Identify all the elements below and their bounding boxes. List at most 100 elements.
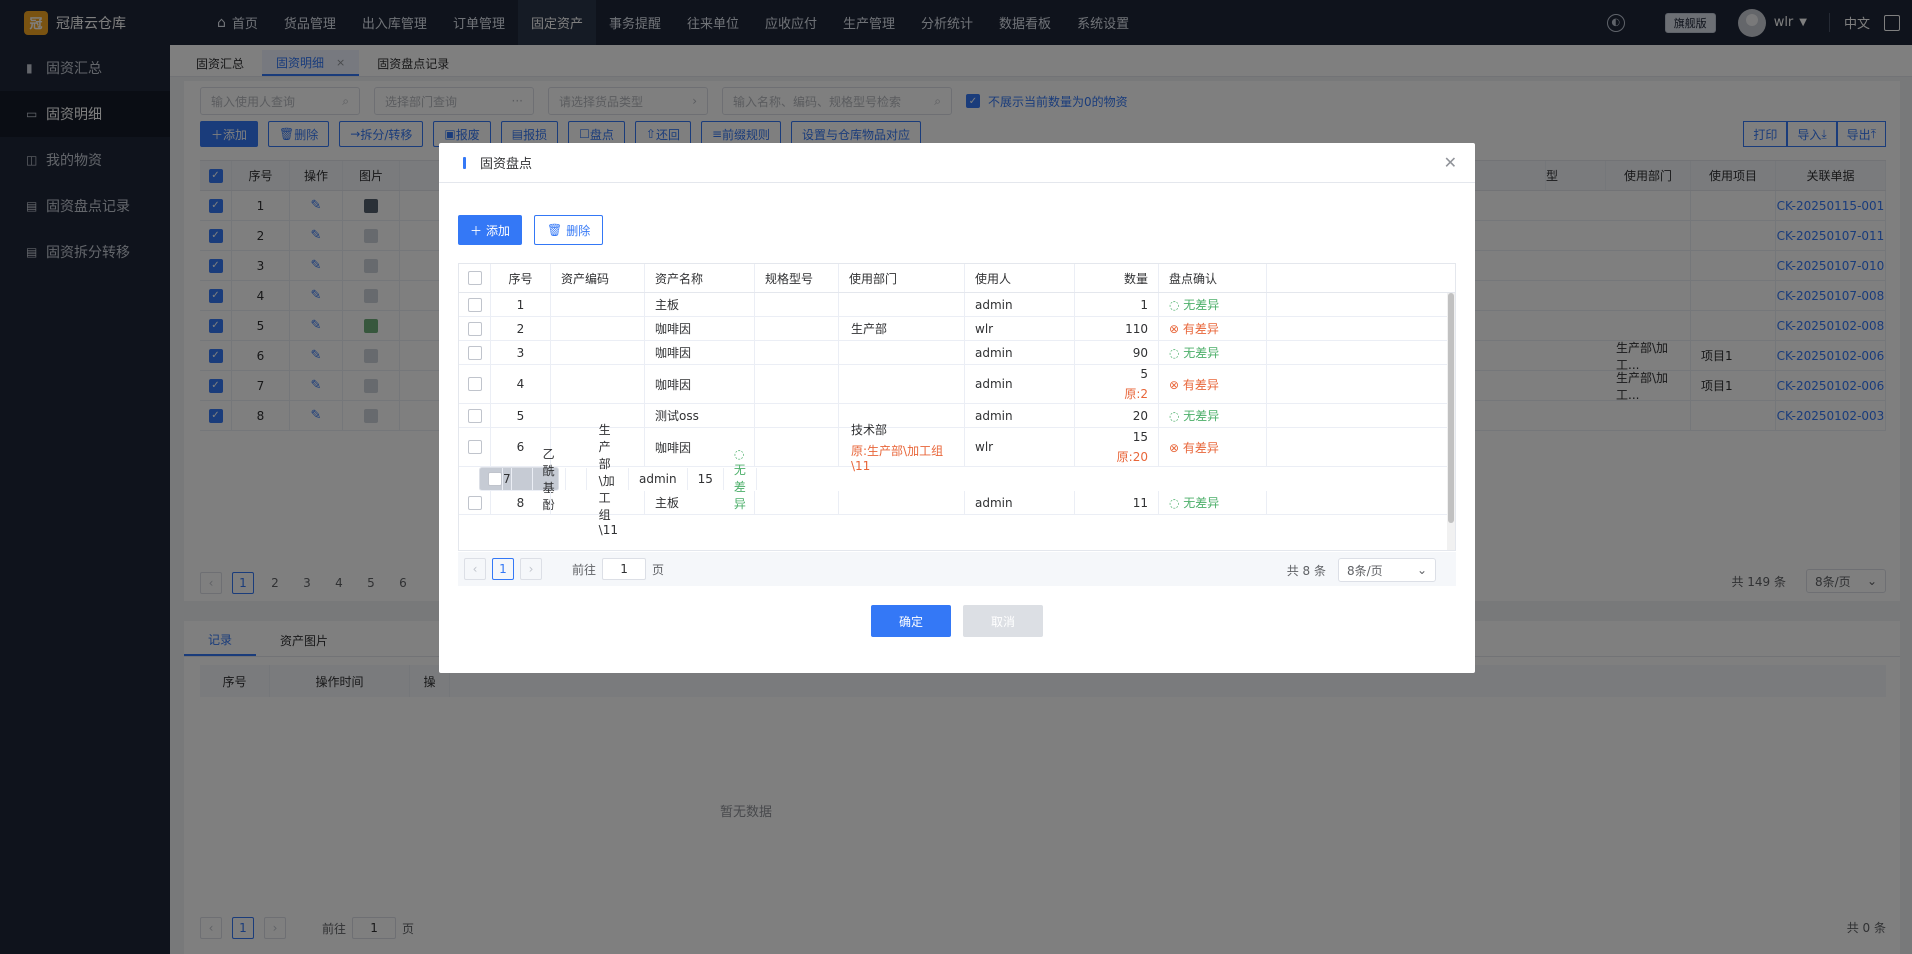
table-row[interactable]: 3 咖啡因 admin 90 ◌ 无差异 [459,341,1455,365]
row-checkbox[interactable] [467,297,482,312]
check-status-label: 无差异 [1183,298,1220,312]
close-circle-icon: ⊗ [1169,322,1183,336]
next-page-button[interactable]: › [520,558,542,580]
user-cell: wlr [965,428,1075,466]
check-status-cell: ◌ 无差异 [1159,293,1267,316]
row-number: 5 [516,408,525,423]
row-number-cell: 2 [491,317,551,340]
spec-cell [755,365,839,403]
check-status[interactable]: ⊗ 有差异 [1169,376,1219,393]
select-all-checkbox[interactable] [467,271,482,285]
asset-name: 咖啡因 [655,377,692,392]
dept-value: 生产部\加工组\11 [598,423,618,537]
check-status[interactable]: ◌ 无差异 [1169,494,1219,511]
dept-original: 原:生产部\加工组\11 [851,444,944,473]
goto-page-input[interactable]: 1 [602,558,647,580]
row-checkbox[interactable] [467,321,482,336]
row-checkbox[interactable] [467,377,482,391]
asset-code-cell [551,317,645,340]
user-value: admin [975,495,1013,510]
check-table-body[interactable]: 1 主板 admin 1 ◌ 无差异 2 咖啡因 生产部 wlr 110 ⊗ 有差异 3 咖啡因 admi… [459,293,1455,550]
dept-value: 生产部 [851,322,888,336]
scrollbar-thumb[interactable] [1448,293,1454,523]
check-status[interactable]: ⊗ 有差异 [1169,439,1219,456]
check-status[interactable]: ⊗ 有差异 [1169,320,1219,337]
trash-icon: 🗑 [547,223,563,237]
qty-cell: 5 原:2 [1075,365,1159,403]
table-row[interactable]: 4 咖啡因 admin 5 原:2 ⊗ 有差异 [459,365,1455,404]
header-cell: 使用部门 [839,264,965,292]
close-icon[interactable]: ✕ [1444,153,1457,172]
asset-code-cell [551,365,645,403]
check-status-cell: ◌ 无差异 [1159,404,1267,427]
spec-cell [755,491,839,514]
qty-value: 20 [1132,408,1148,423]
title-accent [463,156,466,169]
check-status[interactable]: ◌ 无差异 [1169,344,1219,361]
delete-button[interactable]: 🗑 删除 [534,215,604,245]
check-table: 序号 资产编码 资产名称 规格型号 使用部门 使用人 数量 盘点确认 1 主板 admin 1 ◌ 无… [458,263,1456,551]
add-button-label: 添加 [486,223,511,238]
asset-name-cell: 测试oss [645,404,755,427]
page-button[interactable]: 1 [492,558,514,580]
spec-cell [755,293,839,316]
header-label: 盘点确认 [1169,271,1218,286]
row-checkbox[interactable] [467,440,482,454]
row-checkbox-cell [459,341,491,364]
check-status-cell: ⊗ 有差异 [1159,428,1267,466]
user-value: admin [975,345,1013,360]
check-status-cell: ⊗ 有差异 [1159,365,1267,403]
header-checkbox-cell [459,264,491,292]
asset-name: 主板 [655,496,680,510]
confirm-button[interactable]: 确定 [871,605,951,637]
row-checkbox-cell [459,365,491,403]
header-label: 数量 [1123,271,1148,286]
check-total: 共 8 条 8条/页 ⌄ [1287,558,1436,582]
row-number: 8 [516,495,525,510]
check-status-label: 有差异 [1182,440,1219,455]
header-label: 资产编码 [561,271,610,286]
qty-cell: 90 [1075,341,1159,364]
add-button[interactable]: ＋添加 [458,215,523,245]
check-status-label: 有差异 [1182,322,1219,336]
qty-value: 110 [1125,321,1148,336]
table-row[interactable]: 2 咖啡因 生产部 wlr 110 ⊗ 有差异 [459,317,1455,341]
asset-name: 咖啡因 [655,322,692,336]
header-label: 使用人 [975,271,1012,286]
asset-code-cell [512,468,533,490]
header-cell: 序号 [491,264,551,292]
cancel-button[interactable]: 取消 [963,605,1043,637]
dialog-actions: ＋添加 🗑 删除 [458,215,615,245]
user-cell: admin [965,293,1075,316]
vertical-scrollbar[interactable] [1447,293,1455,550]
asset-code-cell [551,341,645,364]
check-status-label: 无差异 [1183,409,1220,423]
plus-icon: ＋ [470,223,483,238]
page-size-select[interactable]: 8条/页 ⌄ [1338,558,1436,582]
row-number: 2 [516,321,525,336]
row-checkbox[interactable] [467,408,482,423]
row-checkbox[interactable] [467,345,482,360]
table-row[interactable]: 8 主板 admin 11 ◌ 无差异 [459,491,1455,515]
table-row[interactable]: 7 乙酰基酚 生产部\加工组\11 admin 15 ◌ 无差异 [479,423,757,537]
row-number-cell: 1 [491,293,551,316]
prev-page-button[interactable]: ‹ [464,558,486,580]
qty-cell: 20 [1075,404,1159,427]
table-row[interactable]: 1 主板 admin 1 ◌ 无差异 [459,293,1455,317]
qty-cell: 15 [688,468,724,490]
row-checkbox[interactable] [467,495,482,510]
header-label: 规格型号 [765,271,814,286]
header-label: 序号 [508,271,533,286]
check-status[interactable]: ◌ 无差异 [1169,407,1219,424]
row-checkbox[interactable] [488,472,502,486]
qty-cell: 1 [1075,293,1159,316]
check-status[interactable]: ◌ 无差异 [1169,296,1219,313]
check-status-cell: ◌ 无差异 [1159,341,1267,364]
asset-name-cell: 乙酰基酚 [533,447,566,512]
user-cell: admin [965,491,1075,514]
asset-name: 测试oss [655,409,699,423]
page-size-value: 8条/页 [1347,563,1383,578]
header-cell: 规格型号 [755,264,839,292]
row-number: 7 [503,472,511,486]
check-circle-icon: ◌ [733,446,745,461]
